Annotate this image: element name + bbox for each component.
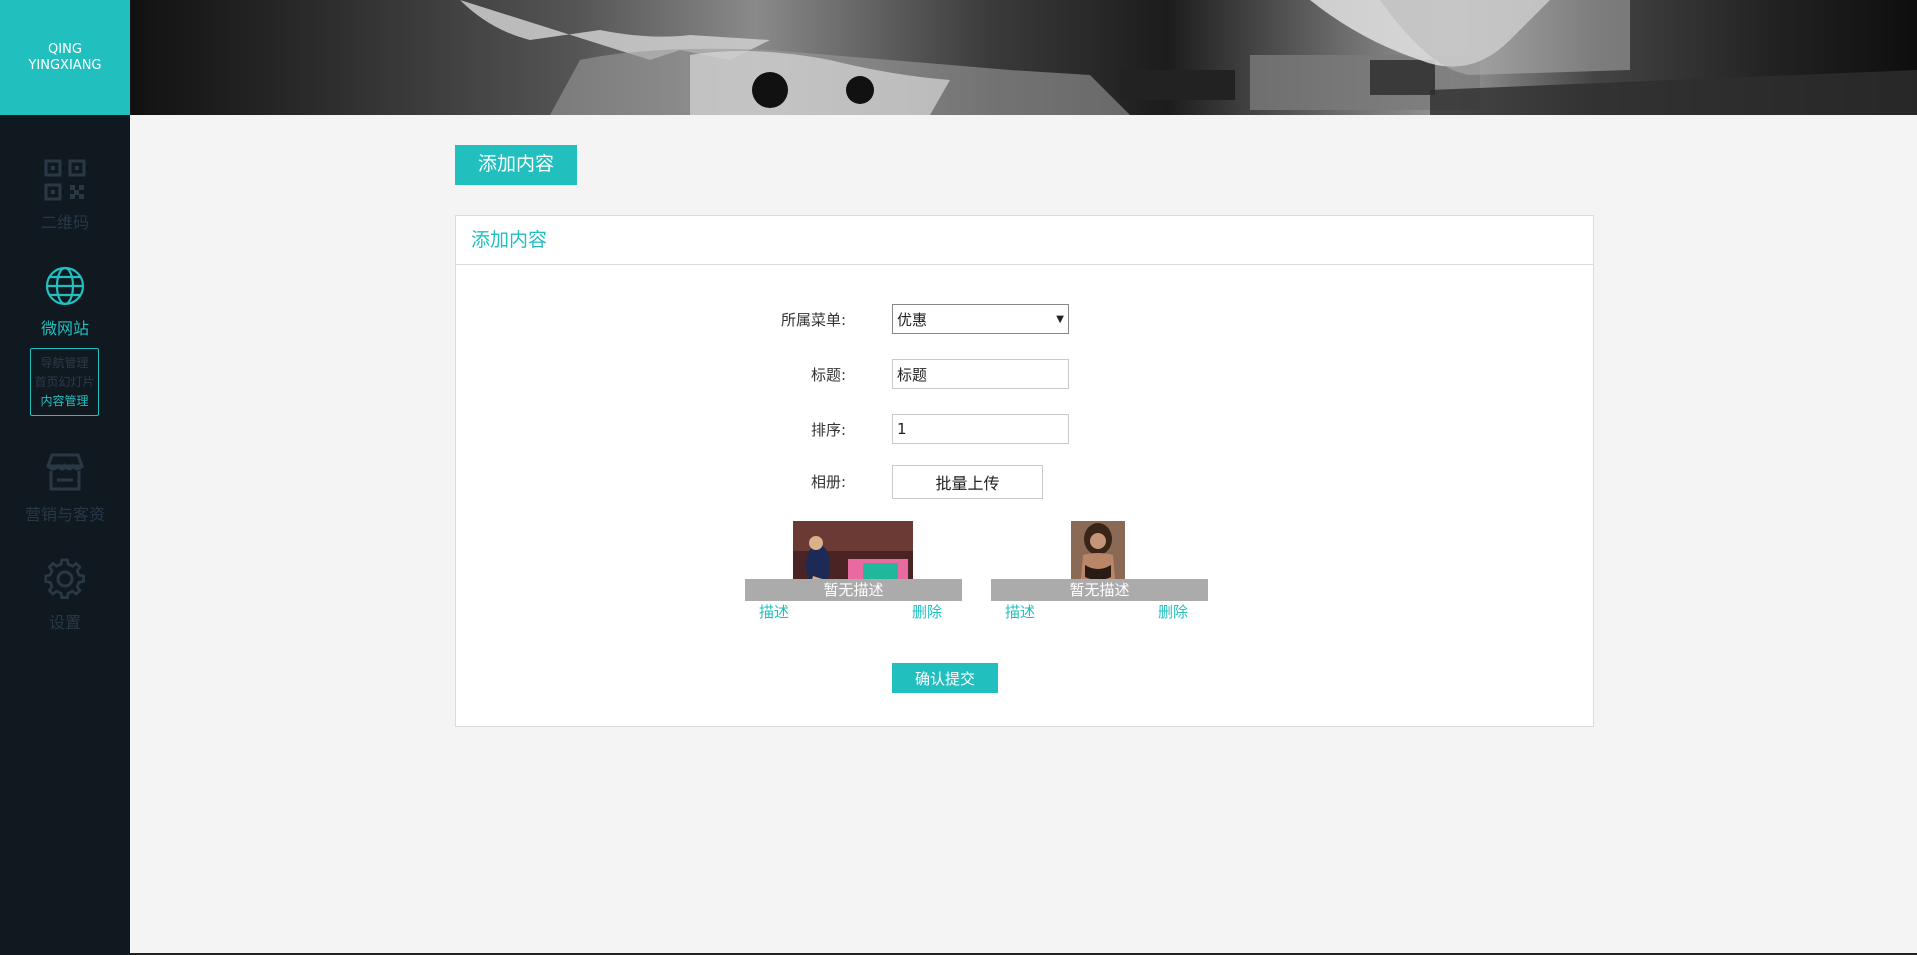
album-label: 相册: [810,473,846,491]
submenu-nav-manage[interactable]: 导航管理 [31,354,98,373]
qr-code-icon [44,159,86,201]
sidebar-item-label: 营销与客资 [24,505,105,524]
describe-link[interactable]: 描述 [1005,601,1035,622]
batch-upload-button[interactable]: 批量上传 [892,465,1043,499]
submenu-home-slides[interactable]: 首页幻灯片 [31,373,98,392]
sidebar: QING YINGXIANG 二维码 微网站 导航管理 首页幻灯片 内容管理 营… [0,0,130,955]
delete-link[interactable]: 删除 [912,601,942,622]
sidebar-item-website[interactable]: 微网站 [0,264,130,339]
title-input[interactable] [892,359,1069,389]
photo-caption: 暂无描述 [991,579,1208,601]
website-submenu: 导航管理 首页幻灯片 内容管理 [30,348,99,416]
submit-button[interactable]: 确认提交 [892,663,998,693]
delete-link[interactable]: 删除 [1158,601,1188,622]
album-photo-card: 暂无描述 描述 删除 [991,521,1208,624]
submenu-content-manage[interactable]: 内容管理 [31,392,98,411]
header-banner-image [130,0,1917,115]
gear-icon [44,558,85,599]
add-content-button[interactable]: 添加内容 [455,145,577,185]
logo-line-2: YINGXIANG [28,57,102,73]
logo[interactable]: QING YINGXIANG [0,0,130,115]
describe-link[interactable]: 描述 [759,601,789,622]
album-photo-card: 暂无描述 描述 删除 [745,521,962,624]
store-icon [45,453,85,491]
menu-label: 所属菜单: [780,311,846,329]
banner-photo [460,0,1917,115]
sidebar-item-qrcode[interactable]: 二维码 [0,158,130,233]
globe-icon [45,266,85,306]
sidebar-item-label: 二维码 [40,213,89,232]
sidebar-item-settings[interactable]: 设置 [0,558,130,633]
photo-caption: 暂无描述 [745,579,962,601]
sidebar-item-label: 设置 [48,613,81,632]
sidebar-item-label: 微网站 [40,319,89,338]
add-content-panel: 添加内容 所属菜单: 优惠 ▼ 标题: 排序: 相册: 批量上传 暂无描述 描 [455,215,1594,727]
menu-select-value: 优惠 [897,310,928,329]
sidebar-item-marketing[interactable]: 营销与客资 [0,450,130,525]
panel-title: 添加内容 [456,216,1593,265]
menu-select[interactable]: 优惠 ▼ [892,304,1069,334]
logo-line-1: QING [48,41,82,57]
order-label: 排序: [810,421,846,439]
order-input[interactable] [892,414,1069,444]
title-label: 标题: [810,366,846,384]
chevron-down-icon: ▼ [1056,313,1064,325]
